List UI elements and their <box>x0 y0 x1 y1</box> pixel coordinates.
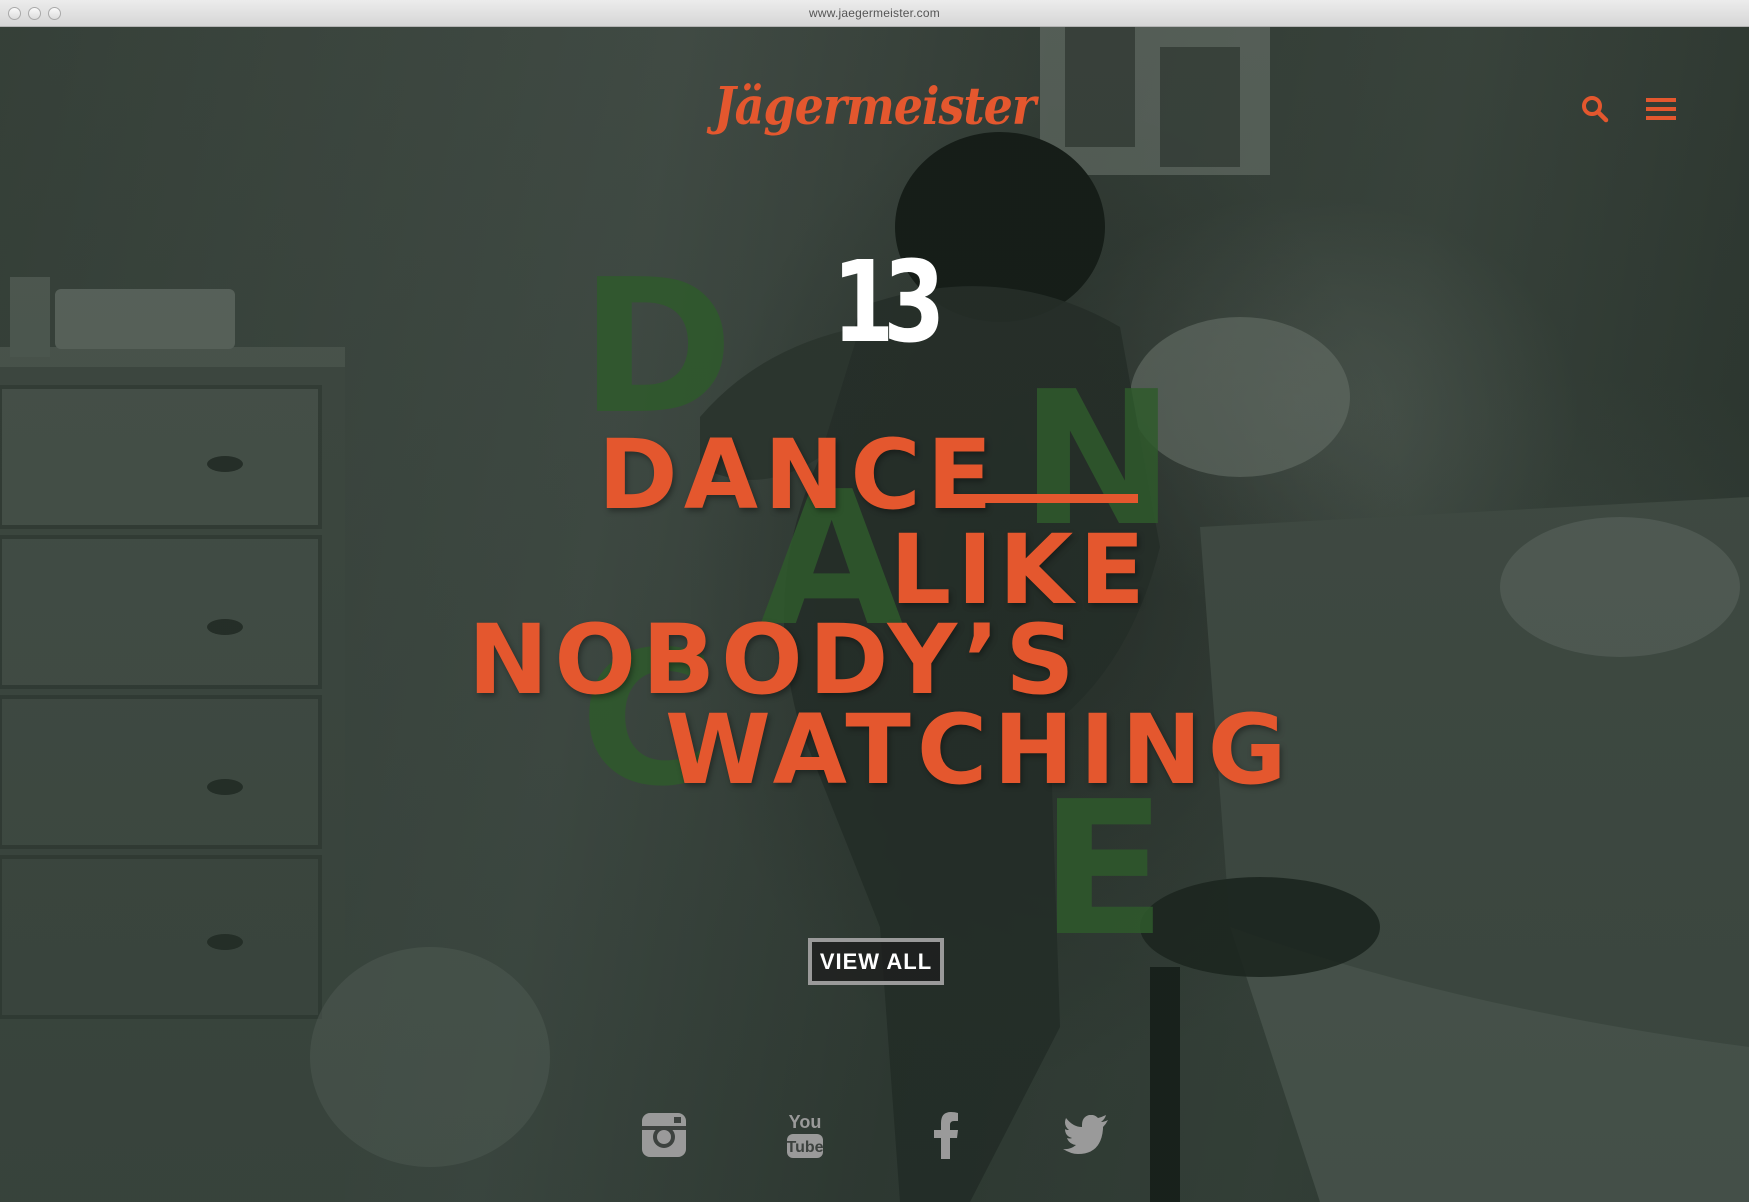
headline-line-dance: DANCE <box>598 419 999 531</box>
browser-titlebar: www.jaegermeister.com <box>0 0 1749 27</box>
jagermeister-logo[interactable]: Jägermeister <box>0 76 1749 136</box>
headline-underline <box>945 494 1138 503</box>
instagram-icon[interactable] <box>636 1107 692 1163</box>
view-all-button[interactable]: VIEW ALL <box>808 938 944 985</box>
headline-line-watching: WATCHING <box>665 694 1293 806</box>
facebook-icon[interactable] <box>918 1107 974 1163</box>
hamburger-menu-icon[interactable] <box>1641 89 1681 129</box>
twitter-icon[interactable] <box>1058 1107 1114 1163</box>
youtube-icon[interactable]: You Tube <box>777 1107 833 1163</box>
search-icon[interactable] <box>1575 89 1615 129</box>
address-bar-url[interactable]: www.jaegermeister.com <box>0 6 1749 20</box>
youtube-icon-text-tube: Tube <box>786 1139 823 1156</box>
page-viewport: Jägermeister D N A C E 13 DANCE LIKE NOB… <box>0 27 1749 1202</box>
youtube-icon-text-you: You <box>789 1112 822 1132</box>
background-letter-d: D <box>580 239 734 455</box>
episode-number-mark: 13 <box>832 238 945 368</box>
